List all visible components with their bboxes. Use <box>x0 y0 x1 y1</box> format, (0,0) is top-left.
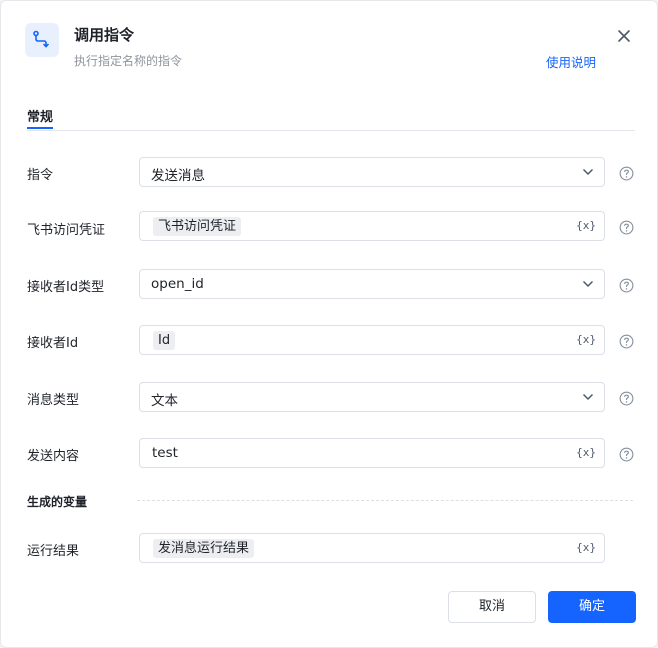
tab-active-indicator <box>27 127 53 129</box>
help-icon[interactable] <box>619 391 634 406</box>
generated-variables-heading: 生成的变量 <box>27 495 88 509</box>
field-label-receiver-id: 接收者Id <box>27 336 79 351</box>
message-type-value: 文本 <box>151 393 178 409</box>
help-icon[interactable] <box>619 447 634 462</box>
variable-chip: 飞书访问凭证 <box>153 217 242 236</box>
content-input[interactable]: test {x} <box>139 438 605 468</box>
help-icon[interactable] <box>619 166 634 181</box>
section-divider <box>137 500 633 501</box>
content-input-value: test <box>152 445 178 461</box>
variable-chip: 发消息运行结果 <box>153 539 255 558</box>
chevron-down-icon <box>582 393 594 401</box>
run-result-input[interactable]: 发消息运行结果 {x} <box>139 533 605 563</box>
confirm-button[interactable]: 确定 <box>548 591 636 623</box>
field-label-credential: 飞书访问凭证 <box>27 223 106 238</box>
chevron-down-icon <box>582 280 594 288</box>
message-type-select[interactable]: 文本 <box>139 382 605 412</box>
variable-chip: Id <box>153 331 176 350</box>
command-select-value: 发送消息 <box>151 168 205 184</box>
field-label-message-type: 消息类型 <box>27 393 80 408</box>
help-icon[interactable] <box>619 334 634 349</box>
field-label-receiver-id-type: 接收者Id类型 <box>27 280 105 295</box>
tab-divider <box>27 130 635 131</box>
help-icon[interactable] <box>619 278 634 293</box>
command-select[interactable]: 发送消息 <box>139 157 605 187</box>
credential-input[interactable]: 飞书访问凭证 {x} <box>139 211 605 241</box>
close-icon[interactable] <box>613 25 635 47</box>
receiver-id-type-value: open_id <box>151 276 204 292</box>
cancel-button[interactable]: 取消 <box>448 591 536 623</box>
call-command-dialog: 调用指令 执行指定名称的指令 使用说明 常规 指令 发送消息 飞书访问凭证 飞书… <box>0 0 658 648</box>
field-label-command: 指令 <box>27 168 54 183</box>
dialog-subtitle: 执行指定名称的指令 <box>74 54 183 68</box>
help-icon[interactable] <box>619 220 634 235</box>
receiver-id-type-select[interactable]: open_id <box>139 269 605 299</box>
help-link[interactable]: 使用说明 <box>546 52 596 71</box>
variable-icon[interactable]: {x} <box>576 219 596 232</box>
receiver-id-input[interactable]: Id {x} <box>139 325 605 355</box>
variable-icon[interactable]: {x} <box>576 333 596 346</box>
dialog-title: 调用指令 <box>74 26 135 44</box>
chevron-down-icon <box>582 168 594 176</box>
field-label-content: 发送内容 <box>27 449 80 464</box>
tab-general[interactable]: 常规 <box>27 106 53 125</box>
variable-icon[interactable]: {x} <box>576 541 596 554</box>
variable-icon[interactable]: {x} <box>576 446 596 459</box>
command-flow-icon <box>25 23 59 57</box>
field-label-run-result: 运行结果 <box>27 544 80 559</box>
